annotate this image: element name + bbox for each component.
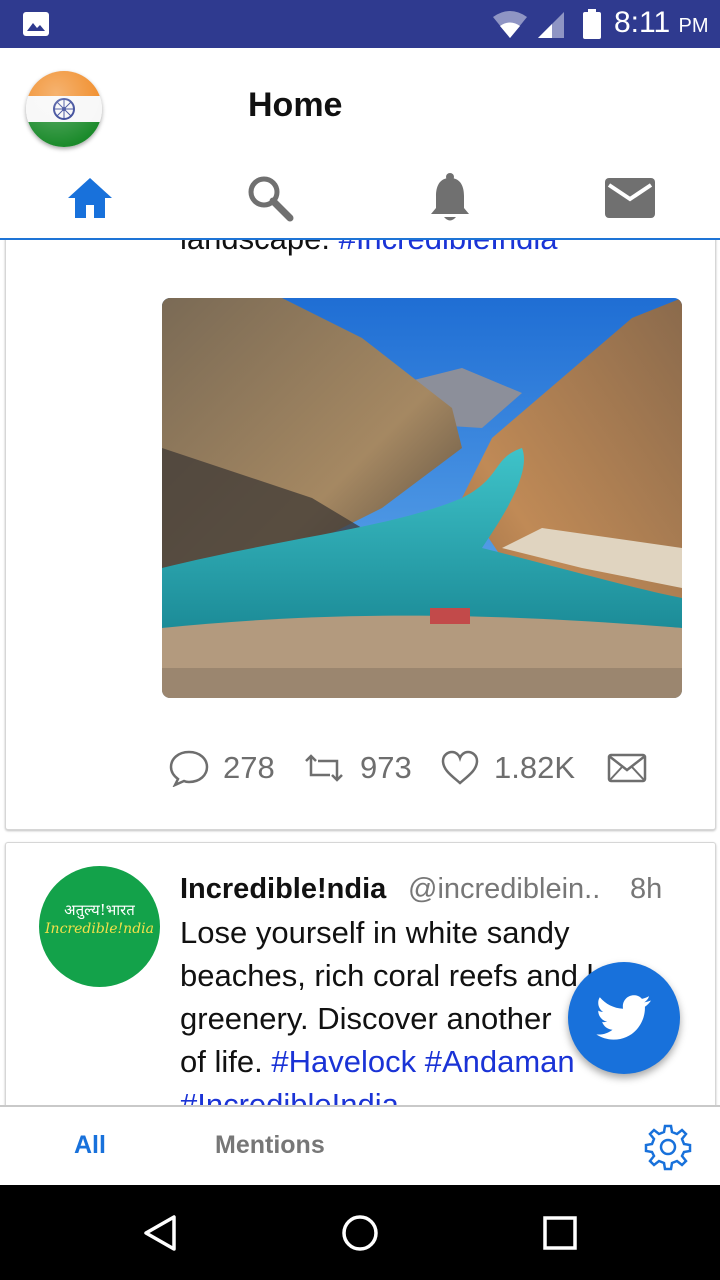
reply-button[interactable]: 278	[169, 746, 275, 790]
recents-icon[interactable]	[540, 1213, 580, 1253]
hashtag-link[interactable]: #IncredibleIndia	[180, 1087, 399, 1105]
gallery-icon	[23, 12, 49, 36]
app-header: Home	[0, 48, 720, 240]
like-count: 1.82K	[494, 750, 576, 785]
user-avatar[interactable]: अतुल्य!भारत Incredible!ndia	[39, 866, 160, 987]
filter-all-tab[interactable]: All	[74, 1131, 106, 1160]
retweet-button[interactable]: 973	[302, 746, 412, 790]
status-time: 8:11 PM	[614, 6, 709, 39]
back-icon[interactable]	[140, 1213, 180, 1253]
user-name[interactable]: Incredible!ndia	[180, 873, 386, 906]
tweet-card[interactable]: landscape. #IncredibleIndia	[5, 240, 716, 830]
tab-messages[interactable]	[604, 172, 656, 224]
tweet-text: landscape. #IncredibleIndia	[180, 240, 680, 260]
retweet-icon	[305, 754, 343, 782]
battery-icon	[583, 9, 601, 39]
profile-avatar[interactable]	[26, 71, 102, 147]
user-handle: @incrediblein..	[408, 873, 601, 905]
tab-notifications[interactable]	[424, 172, 476, 224]
compose-tweet-button[interactable]	[568, 962, 680, 1074]
hashtag-link[interactable]: #IncredibleIndia	[339, 240, 558, 256]
hashtag-link[interactable]: #Andaman	[425, 1044, 575, 1079]
envelope-icon	[607, 753, 647, 783]
like-button[interactable]: 1.82K	[440, 746, 575, 790]
hashtag-link[interactable]: #Havelock	[271, 1044, 416, 1079]
home-circle-icon[interactable]	[340, 1213, 380, 1253]
page-title: Home	[248, 86, 343, 124]
tweet-image[interactable]	[162, 298, 682, 698]
settings-gear-icon[interactable]	[644, 1123, 692, 1171]
wifi-icon	[493, 11, 527, 38]
share-button[interactable]	[607, 746, 661, 790]
home-icon	[68, 178, 112, 218]
reply-count: 278	[223, 750, 275, 785]
system-nav-bar	[0, 1185, 720, 1280]
signal-icon	[538, 12, 564, 38]
tweet-time: 8h	[630, 873, 663, 905]
twitter-bird-icon	[596, 995, 651, 1040]
tab-search[interactable]	[244, 172, 296, 224]
bell-icon	[431, 173, 469, 221]
status-bar: 8:11 PM	[0, 0, 720, 48]
bottom-filter-bar: All Mentions	[0, 1105, 720, 1185]
search-icon	[248, 176, 294, 222]
comment-icon	[169, 750, 209, 787]
mail-icon	[605, 178, 655, 218]
filter-mentions-tab[interactable]: Mentions	[215, 1131, 325, 1160]
tab-home[interactable]	[64, 172, 116, 224]
retweet-count: 973	[360, 750, 412, 785]
heart-icon	[441, 750, 479, 785]
